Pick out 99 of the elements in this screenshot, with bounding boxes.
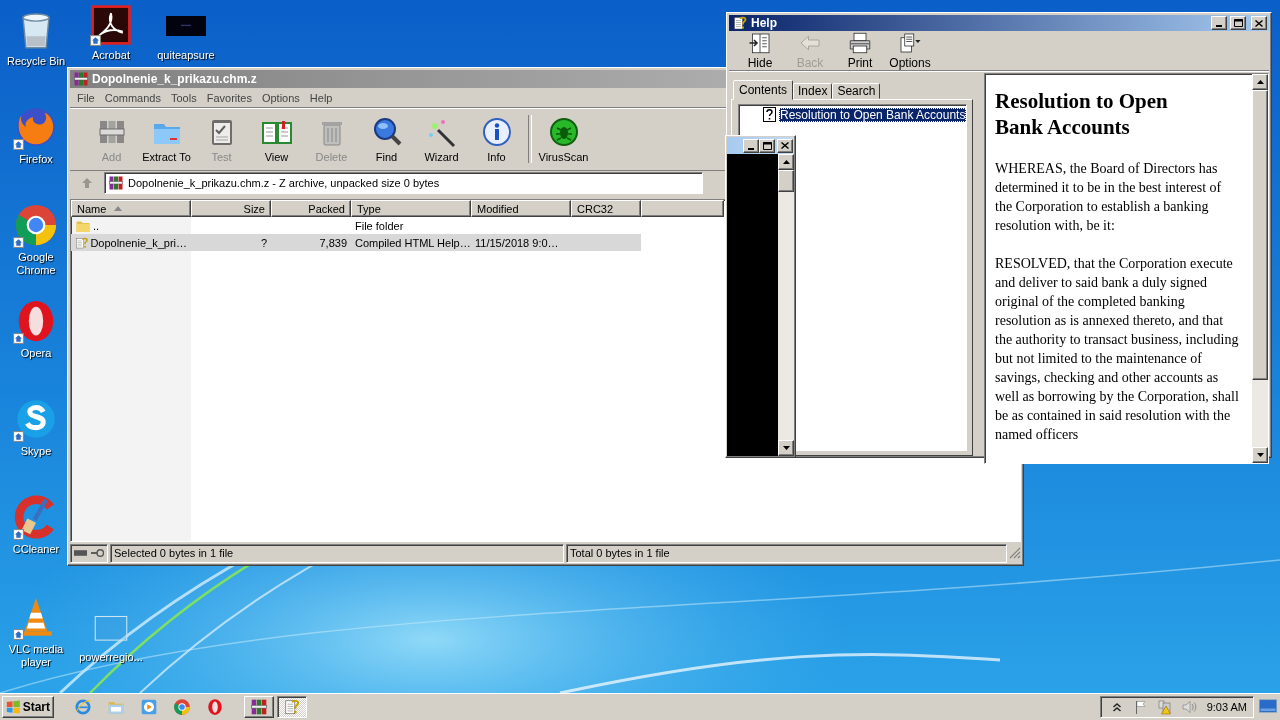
document-menu-icon	[898, 31, 922, 55]
icon-label: quiteapsure	[157, 49, 215, 62]
scrollbar-thumb[interactable]	[778, 170, 794, 192]
table-cell: Dopolnenie_k_pri…	[90, 236, 187, 249]
menu-item[interactable]: Favorites	[201, 91, 257, 104]
scan-button[interactable]: VirusScan	[536, 115, 591, 163]
tab[interactable]: Search	[832, 83, 881, 99]
icon-label: Opera	[20, 347, 52, 360]
file-row[interactable]: Dopolnenie_k_pri… ? 7,839 Compiled HTML Help… 11/15/2018 9:0…	[71, 234, 641, 251]
scroll-down-icon	[782, 446, 790, 450]
menu-item[interactable]: Commands	[99, 91, 166, 104]
hide-button[interactable]: Hide	[737, 31, 783, 70]
table-cell: 7,839	[319, 236, 347, 249]
flag-icon[interactable]	[1133, 699, 1149, 715]
maximize-icon	[1233, 19, 1243, 27]
play-icon[interactable]	[140, 698, 158, 716]
resize-grip-icon[interactable]	[1009, 547, 1021, 559]
status-text: Total 0 bytes in 1 file	[570, 547, 670, 559]
column-header[interactable]: CRC32	[571, 200, 641, 217]
column-header[interactable]: Name	[71, 200, 191, 217]
help-document-icon	[732, 15, 748, 31]
table-cell: ..	[93, 219, 100, 232]
table-cell: ?	[260, 236, 267, 249]
scroll-down-icon	[1256, 453, 1264, 457]
icon-label: Acrobat	[92, 49, 130, 62]
books-icon	[250, 698, 268, 716]
menu-item[interactable]: Help	[304, 91, 338, 104]
column-header[interactable]: Size	[191, 200, 271, 217]
table-cell: File folder	[355, 219, 404, 232]
icon-label: Recycle Bin	[6, 55, 66, 68]
windows-flag-icon	[6, 699, 21, 715]
menu-item[interactable]: Tools	[166, 91, 202, 104]
scrollbar-thumb[interactable]	[1252, 90, 1268, 380]
tree-item[interactable]: Resolution to Open Bank Accounts	[779, 107, 967, 122]
article-heading: Resolution to Open Bank Accounts	[995, 88, 1169, 140]
tab[interactable]: Index	[793, 83, 833, 99]
minimize-icon	[748, 147, 754, 150]
menu-item[interactable]: File	[72, 91, 100, 104]
books-icon	[108, 175, 124, 191]
print-button[interactable]: Print	[837, 31, 883, 70]
paragraph: WHEREAS, the Board of Directors has determined it to be in the best interest of the Corporation to establish a banking resolution with, be it:	[995, 160, 1223, 235]
swirl-logo-icon[interactable]	[90, 4, 132, 46]
table-cell: Compiled HTML Help…	[355, 236, 471, 249]
maximize-button[interactable]	[759, 138, 775, 153]
key-icon	[91, 548, 104, 558]
maximize-icon	[762, 141, 772, 150]
icon-label: VLC media player	[7, 643, 65, 669]
icon-label: Firefox	[19, 153, 53, 166]
info-button[interactable]: Info	[469, 115, 524, 163]
path-text: Dopolnenie_k_prikazu.chm.z - Z archive, unpacked size 0 bytes	[128, 177, 440, 189]
find-button[interactable]: Find	[359, 115, 414, 163]
scrollbar[interactable]	[1252, 74, 1268, 463]
bug-icon	[547, 115, 580, 148]
paragraph: RESOLVED, that the Corporation execute and deliver to said bank a duly signed original of the completed banking resolution as is annexed thereto, and that the authority to transact business, including but not limited to the maintenance of savings, checking and other accounts as well as borrowing by the Corporation, shall be as contained in said resolution with the named officers	[995, 255, 1240, 444]
extract-button[interactable]: Extract To	[139, 115, 194, 163]
status-text: Selected 0 bytes in 1 file	[114, 547, 234, 559]
taskbar-button[interactable]	[277, 696, 307, 718]
printer-icon	[848, 31, 872, 55]
help-page-icon	[763, 107, 776, 122]
up-arrow-icon	[81, 177, 93, 189]
icon-label: CCleaner	[12, 543, 60, 556]
wizard-button[interactable]: Wizard	[414, 115, 469, 163]
drive-icon	[74, 549, 87, 557]
desktop-preview-icon[interactable]	[1258, 696, 1278, 716]
ring-logo-icon[interactable]	[206, 698, 224, 716]
start-button[interactable]: Start	[2, 696, 54, 718]
minimize-icon	[1216, 25, 1222, 27]
maximize-button[interactable]	[1230, 16, 1246, 30]
minimize-button[interactable]	[743, 138, 759, 153]
minimize-button[interactable]	[1211, 16, 1227, 30]
menu-item[interactable]: Options	[256, 91, 305, 104]
clock[interactable]: 9:03 AM	[1206, 701, 1247, 713]
scroll-up-icon	[1256, 80, 1264, 84]
close-button[interactable]	[1251, 16, 1267, 30]
info-icon	[480, 115, 513, 148]
file-row[interactable]: .. File folder	[71, 217, 641, 234]
help-document-icon	[283, 698, 301, 716]
path-field[interactable]: Dopolnenie_k_prikazu.chm.z - Z archive, unpacked size 0 bytes	[104, 172, 703, 194]
ring-logo-icon[interactable]	[173, 698, 191, 716]
close-icon	[1255, 19, 1263, 27]
view-button[interactable]: View	[249, 115, 304, 163]
column-header[interactable]	[641, 200, 724, 217]
scroll-up-icon	[782, 160, 790, 164]
scrollbar[interactable]	[778, 154, 794, 456]
column-header[interactable]: Modified	[471, 200, 571, 217]
icon-label: Skype	[20, 445, 52, 458]
ring-logo-icon[interactable]	[13, 202, 59, 248]
table-cell: 11/15/2018 9:0…	[475, 236, 559, 249]
icon-label: Google Chrome	[15, 251, 57, 277]
column-header[interactable]: Type	[351, 200, 471, 217]
books-icon	[73, 71, 89, 87]
panel-icon	[748, 31, 772, 55]
tab[interactable]: Contents	[733, 80, 794, 100]
window-title: Dopolnenie_k_prikazu.chm.z	[92, 72, 257, 86]
close-icon	[781, 142, 789, 149]
window-title: Help	[751, 16, 778, 30]
close-button[interactable]	[777, 138, 793, 153]
options-button[interactable]: Options	[887, 31, 933, 70]
column-header[interactable]: Packed	[271, 200, 351, 217]
